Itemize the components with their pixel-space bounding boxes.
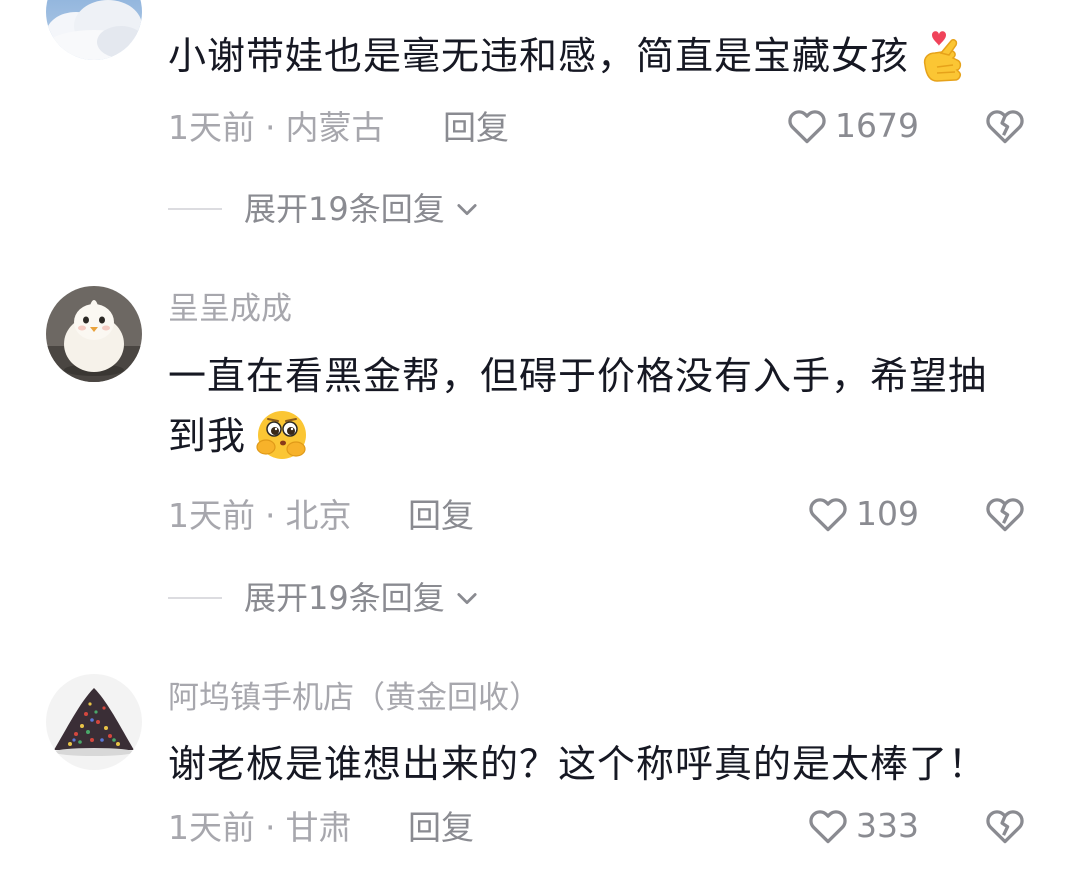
like-button[interactable]: 1679	[785, 104, 919, 148]
heart-outline-icon	[788, 110, 826, 144]
divider-line	[168, 597, 222, 599]
comment-time: 1天前	[168, 808, 255, 847]
meta-separator: ·	[265, 808, 276, 847]
like-count: 1679	[835, 106, 919, 145]
finger-heart-emoji	[923, 30, 962, 82]
comment-text-content: 一直在看黑金帮，但碍于价格没有入手，希望抽	[168, 354, 988, 398]
comment-list: 小谢带娃也是毫无违和感，简直是宝藏女孩 1天前 · 内蒙古 回复 1679 展开…	[0, 0, 1079, 888]
dislike-button[interactable]	[983, 492, 1027, 540]
pleading-face-emoji	[256, 410, 307, 459]
avatar[interactable]	[46, 0, 142, 60]
comment-text: 谢老板是谁想出来的？这个称呼真的是太棒了！	[168, 734, 1031, 794]
divider-line	[168, 208, 222, 210]
reply-button[interactable]: 回复	[443, 108, 509, 148]
heart-outline-icon	[809, 810, 847, 844]
comment-text: 小谢带娃也是毫无违和感，简直是宝藏女孩	[168, 26, 1031, 87]
comment-location: 甘肃	[285, 808, 352, 847]
meta-separator: ·	[265, 496, 276, 535]
expand-replies-button[interactable]: 展开19条回复	[168, 189, 481, 229]
comment-meta: 1天前 · 北京	[168, 496, 352, 536]
comment-username[interactable]: 呈呈成成	[168, 289, 292, 329]
comment-text-content: 小谢带娃也是毫无违和感，简直是宝藏女孩	[168, 34, 910, 78]
comment-username[interactable]: 阿坞镇手机店（黄金回收）	[168, 678, 540, 718]
reply-button[interactable]: 回复	[408, 496, 474, 536]
comment-time: 1天前	[168, 496, 255, 535]
like-button[interactable]: 109	[806, 492, 919, 536]
avatar[interactable]	[46, 286, 142, 382]
like-button[interactable]: 333	[806, 804, 919, 848]
like-count: 109	[856, 494, 919, 533]
comment-location: 内蒙古	[285, 108, 385, 147]
reply-button[interactable]: 回复	[408, 808, 474, 848]
expand-replies-label: 展开19条回复	[244, 190, 445, 228]
heart-outline-icon	[809, 498, 847, 532]
dislike-button[interactable]	[983, 104, 1027, 152]
broken-heart-icon	[986, 498, 1024, 532]
chevron-down-icon	[457, 593, 477, 605]
expand-replies-button[interactable]: 展开19条回复	[168, 578, 481, 618]
like-count: 333	[856, 806, 919, 845]
dislike-button[interactable]	[983, 804, 1027, 852]
broken-heart-icon	[986, 110, 1024, 144]
comment-text: 一直在看黑金帮，但碍于价格没有入手，希望抽 到我	[168, 346, 1031, 467]
chevron-down-icon	[457, 204, 477, 216]
comment-meta: 1天前 · 甘肃	[168, 808, 352, 848]
comment-text-content-line2: 到我	[168, 414, 247, 458]
comment-location: 北京	[285, 496, 352, 535]
comment-text-content: 谢老板是谁想出来的？这个称呼真的是太棒了！	[168, 742, 988, 786]
expand-replies-label: 展开19条回复	[244, 579, 445, 617]
comment-time: 1天前	[168, 108, 255, 147]
meta-separator: ·	[265, 108, 276, 147]
broken-heart-icon	[986, 810, 1024, 844]
comment-meta: 1天前 · 内蒙古	[168, 108, 385, 148]
avatar[interactable]	[46, 674, 142, 770]
